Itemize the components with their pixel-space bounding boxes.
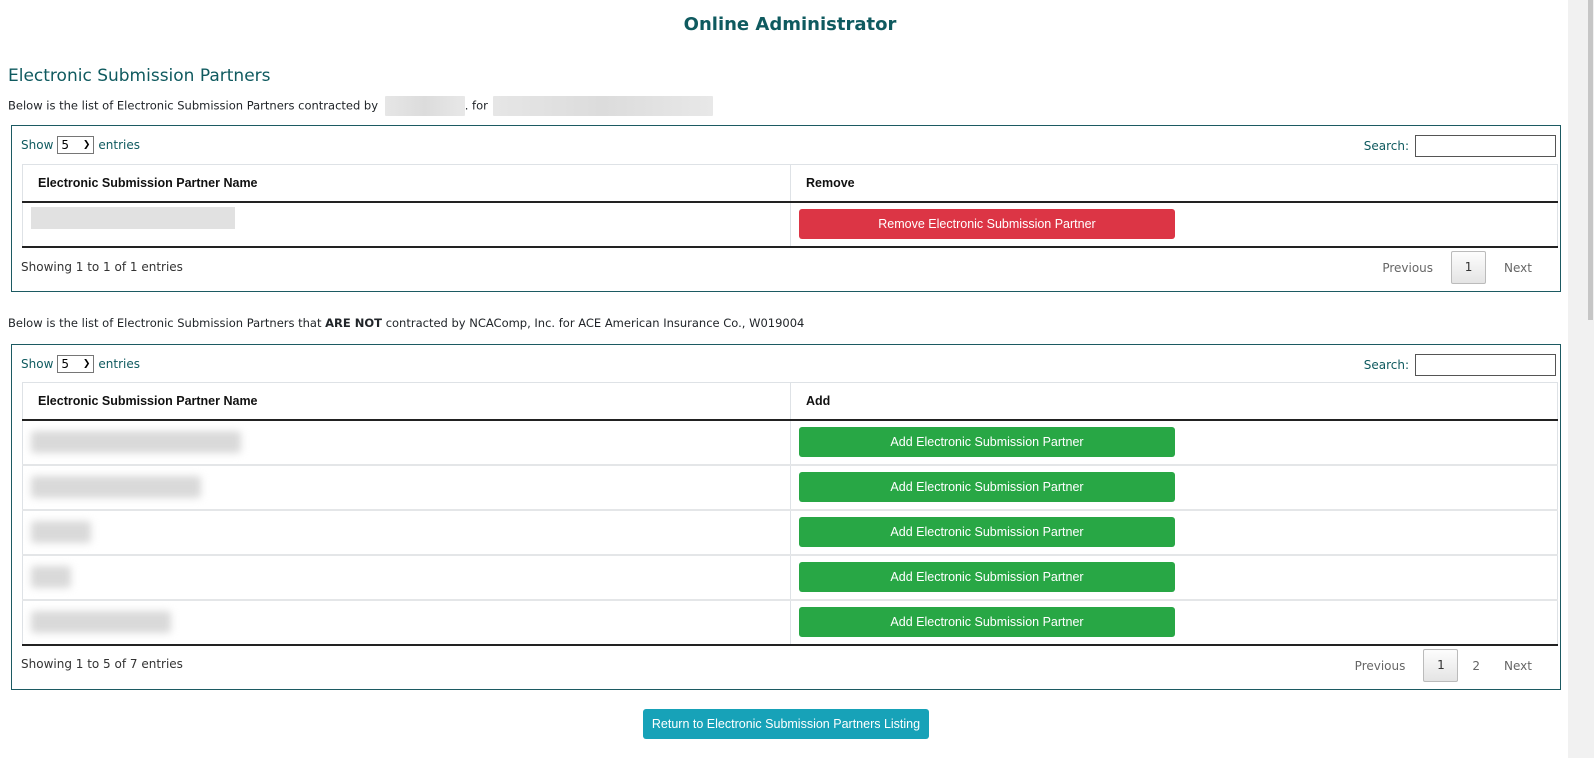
- intro-emphasis: ARE NOT: [325, 316, 383, 330]
- search-control: Search:: [1364, 354, 1556, 376]
- table-row: Add Electronic Submission Partner: [22, 508, 1558, 555]
- previous-page-button[interactable]: Previous: [1368, 252, 1447, 284]
- action-cell: Add Electronic Submission Partner: [790, 598, 1558, 646]
- table-header-row: Electronic Submission Partner Name Remov…: [22, 164, 1558, 203]
- search-label: Search:: [1363, 358, 1409, 372]
- vertical-scrollbar[interactable]: [1568, 0, 1594, 758]
- return-to-listing-button[interactable]: Return to Electronic Submission Partners…: [643, 709, 929, 739]
- search-input[interactable]: [1415, 354, 1556, 376]
- search-control: Search:: [1364, 135, 1556, 157]
- add-partner-button[interactable]: Add Electronic Submission Partner: [799, 517, 1175, 547]
- search-input[interactable]: [1415, 135, 1556, 157]
- contracted-intro: Below is the list of Electronic Submissi…: [8, 96, 714, 116]
- page-button-1[interactable]: 1: [1451, 251, 1487, 284]
- redacted-partner-name: [31, 566, 71, 588]
- add-partner-button[interactable]: Add Electronic Submission Partner: [799, 607, 1175, 637]
- contracted-partners-panel: Show 5 ❯ entries Search: Electronic Subm…: [11, 125, 1561, 292]
- scrollbar-thumb[interactable]: [1588, 0, 1593, 320]
- action-cell: Add Electronic Submission Partner: [790, 508, 1558, 555]
- partner-name-cell: [22, 419, 791, 465]
- not-contracted-intro: Below is the list of Electronic Submissi…: [8, 316, 804, 330]
- page-length-control: Show 5 ❯ entries: [21, 355, 140, 373]
- table-row: Add Electronic Submission Partner: [22, 463, 1558, 510]
- pagination: Previous 1 2 Next: [1341, 649, 1546, 682]
- available-partners-table: Electronic Submission Partner Name Add A…: [22, 382, 1558, 646]
- column-header-remove[interactable]: Remove: [790, 164, 1558, 203]
- table-row: Remove Electronic Submission Partner: [22, 201, 1558, 248]
- contracted-partners-table: Electronic Submission Partner Name Remov…: [22, 164, 1558, 248]
- page-button-1[interactable]: 1: [1423, 649, 1459, 682]
- search-label: Search:: [1363, 139, 1409, 153]
- add-partner-button[interactable]: Add Electronic Submission Partner: [799, 472, 1175, 502]
- entries-label: entries: [98, 138, 140, 152]
- redacted-company: [384, 96, 465, 116]
- partner-name-cell: [22, 463, 791, 510]
- page-length-value: 5: [61, 138, 70, 152]
- remove-partner-button[interactable]: Remove Electronic Submission Partner: [799, 209, 1175, 239]
- intro-text-suffix: contracted by NCAComp, Inc. for ACE Amer…: [385, 316, 805, 330]
- show-label: Show: [21, 357, 54, 371]
- page-button-2[interactable]: 2: [1462, 659, 1490, 673]
- action-cell: Remove Electronic Submission Partner: [790, 201, 1558, 248]
- entries-label: entries: [98, 357, 140, 371]
- pagination: Previous 1 Next: [1368, 251, 1546, 284]
- table-row: Add Electronic Submission Partner: [22, 598, 1558, 646]
- column-header-add[interactable]: Add: [790, 382, 1558, 421]
- action-cell: Add Electronic Submission Partner: [790, 419, 1558, 465]
- add-partner-button[interactable]: Add Electronic Submission Partner: [799, 427, 1175, 457]
- table-row: Add Electronic Submission Partner: [22, 553, 1558, 600]
- action-cell: Add Electronic Submission Partner: [790, 553, 1558, 600]
- app-title: Online Administrator: [683, 14, 897, 35]
- partner-name-cell: [22, 201, 791, 248]
- redacted-partner-name: [31, 611, 171, 633]
- page-length-select[interactable]: 5 ❯: [57, 136, 95, 154]
- chevron-down-icon: ❯: [82, 140, 91, 150]
- column-header-name[interactable]: Electronic Submission Partner Name: [22, 164, 791, 203]
- partner-name-cell: [22, 508, 791, 555]
- page-length-select[interactable]: 5 ❯: [57, 355, 95, 373]
- next-page-button[interactable]: Next: [1490, 252, 1546, 284]
- add-partner-button[interactable]: Add Electronic Submission Partner: [799, 562, 1175, 592]
- table-header-row: Electronic Submission Partner Name Add: [22, 382, 1558, 421]
- table-row: Add Electronic Submission Partner: [22, 419, 1558, 465]
- redacted-insurer: [493, 96, 714, 116]
- redacted-partner-name: [31, 207, 235, 229]
- table-info: Showing 1 to 1 of 1 entries: [21, 260, 183, 274]
- next-page-button[interactable]: Next: [1490, 650, 1546, 682]
- intro-text-mid: . for: [464, 98, 488, 113]
- redacted-partner-name: [31, 476, 201, 498]
- redacted-partner-name: [31, 521, 91, 543]
- intro-text: Below is the list of Electronic Submissi…: [8, 316, 322, 330]
- page-length-control: Show 5 ❯ entries: [21, 136, 140, 154]
- page-length-value: 5: [61, 357, 70, 371]
- column-header-name[interactable]: Electronic Submission Partner Name: [22, 382, 791, 421]
- chevron-down-icon: ❯: [82, 359, 91, 369]
- action-cell: Add Electronic Submission Partner: [790, 463, 1558, 510]
- partner-name-cell: [22, 553, 791, 600]
- redacted-partner-name: [31, 431, 241, 453]
- table-info: Showing 1 to 5 of 7 entries: [21, 657, 183, 671]
- available-partners-panel: Show 5 ❯ entries Search: Electronic Subm…: [11, 344, 1561, 690]
- partner-name-cell: [22, 598, 791, 646]
- section-title: Electronic Submission Partners: [8, 66, 271, 86]
- previous-page-button[interactable]: Previous: [1341, 650, 1420, 682]
- show-label: Show: [21, 138, 54, 152]
- intro-text: Below is the list of Electronic Submissi…: [8, 98, 379, 113]
